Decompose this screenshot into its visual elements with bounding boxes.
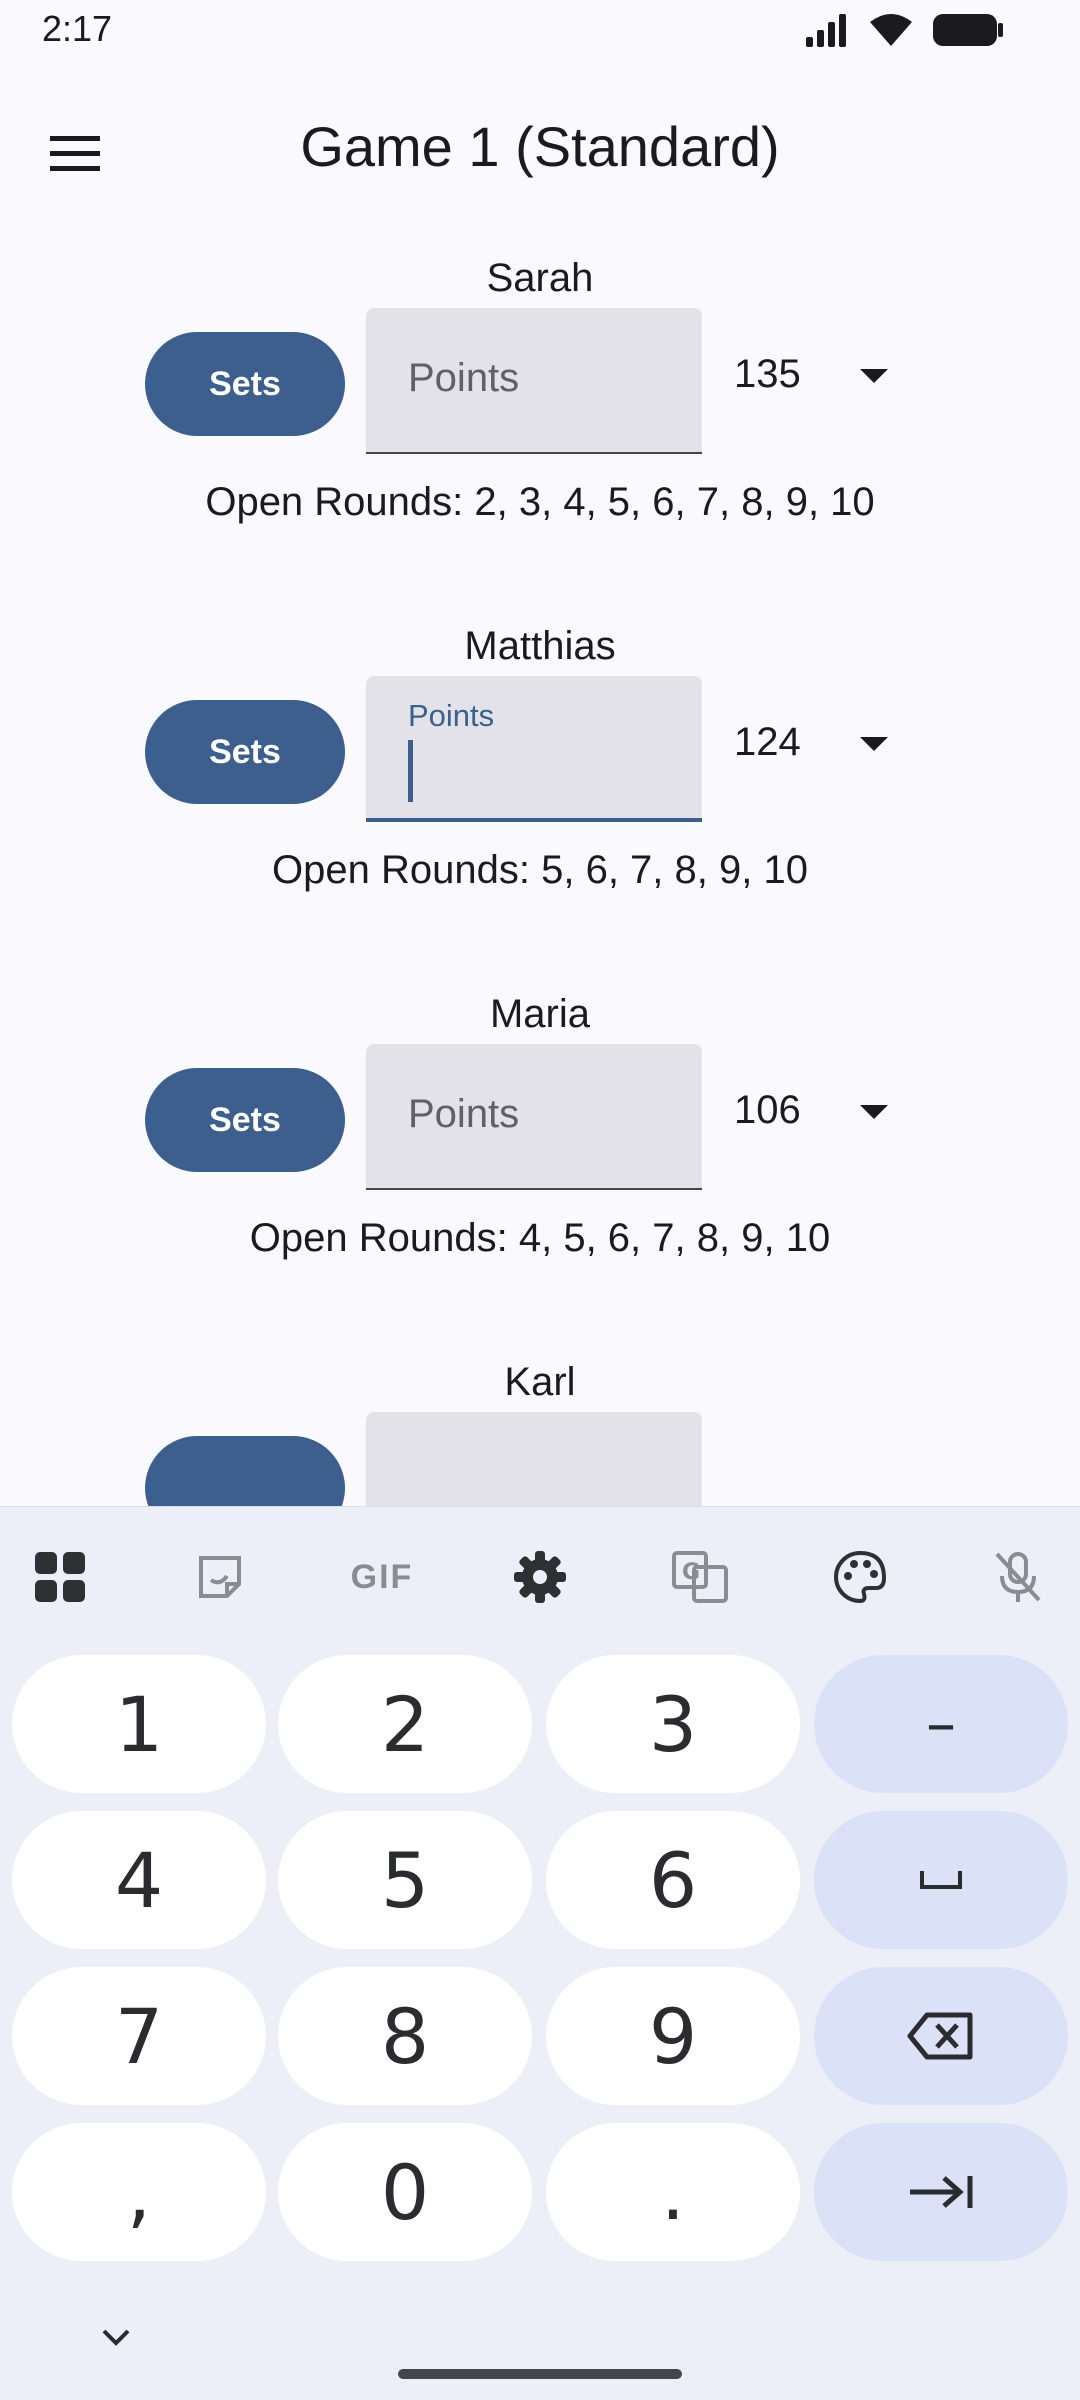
key-period[interactable]: . (546, 2123, 800, 2261)
key-4[interactable]: 4 (12, 1811, 266, 1949)
player-score: 135 (734, 352, 801, 396)
open-rounds-text: Open Rounds: 5, 6, 7, 8, 9, 10 (272, 848, 808, 892)
palette-icon (834, 1550, 887, 1604)
signal-icon (806, 14, 846, 47)
key-7[interactable]: 7 (12, 1967, 266, 2105)
key-6[interactable]: 6 (546, 1811, 800, 1949)
open-rounds-text: Open Rounds: 4, 5, 6, 7, 8, 9, 10 (249, 1216, 831, 1260)
settings-gear-icon (514, 1551, 566, 1603)
wifi-icon (870, 14, 912, 46)
apps-grid-button[interactable] (28, 1545, 92, 1609)
key-9[interactable]: 9 (546, 1967, 800, 2105)
key-1[interactable]: 1 (12, 1655, 266, 1793)
points-input[interactable]: Points (366, 1044, 702, 1190)
gif-button[interactable]: GIF (346, 1545, 418, 1609)
status-bar: 2:17 (0, 0, 1080, 64)
collapse-keyboard-icon[interactable] (96, 2317, 136, 2357)
sets-button[interactable]: Sets (145, 1068, 345, 1172)
points-input-focused[interactable]: Points (366, 676, 702, 822)
mic-off-icon (995, 1552, 1041, 1602)
player-name: Matthias (464, 624, 616, 668)
tab-next-icon (910, 2176, 973, 2208)
score-dropdown[interactable] (854, 356, 894, 396)
apps-grid-icon (35, 1552, 85, 1602)
points-placeholder: Points (408, 356, 520, 400)
key-3[interactable]: 3 (546, 1655, 800, 1793)
player-name: Sarah (486, 256, 594, 300)
svg-text:G: G (682, 1560, 700, 1585)
dropdown-arrow-icon (860, 1105, 888, 1119)
key-next-field[interactable] (814, 2123, 1068, 2261)
space-bar-icon (920, 1871, 962, 1889)
points-input[interactable]: Points (366, 308, 702, 454)
player-score: 124 (734, 720, 801, 764)
key-minus[interactable]: – (814, 1655, 1068, 1793)
key-8[interactable]: 8 (278, 1967, 532, 2105)
voice-input-button[interactable] (986, 1545, 1050, 1609)
points-floating-label: Points (408, 698, 495, 733)
sticker-button[interactable] (188, 1545, 252, 1609)
page-title: Game 1 (Standard) (300, 115, 780, 178)
key-space[interactable] (814, 1811, 1068, 1949)
theme-button[interactable] (828, 1545, 892, 1609)
sticker-icon (199, 1556, 241, 1598)
sets-button[interactable]: Sets (145, 700, 345, 804)
text-cursor (408, 740, 413, 802)
app-bar: Game 1 (Standard) (0, 80, 1080, 216)
key-backspace[interactable] (814, 1967, 1068, 2105)
numeric-keyboard: GIF G 1 2 3 – 4 5 6 7 8 9 , 0 . (0, 1506, 1080, 2400)
gif-icon: GIF (350, 1557, 414, 1596)
status-time: 2:17 (42, 8, 113, 49)
score-dropdown[interactable] (854, 1092, 894, 1132)
key-2[interactable]: 2 (278, 1655, 532, 1793)
dropdown-arrow-icon (860, 737, 888, 751)
key-5[interactable]: 5 (278, 1811, 532, 1949)
battery-icon (933, 14, 1003, 46)
points-placeholder: Points (408, 1092, 520, 1136)
player-score: 106 (734, 1088, 801, 1132)
settings-button[interactable] (508, 1545, 572, 1609)
dropdown-arrow-icon (860, 369, 888, 383)
status-icons (804, 12, 1004, 48)
translate-button[interactable]: G (668, 1545, 732, 1609)
key-0[interactable]: 0 (278, 2123, 532, 2261)
player-name: Maria (489, 992, 591, 1036)
player-card-maria: Maria Sets Points 106 Open Rounds: 4, 5,… (0, 992, 1080, 1292)
key-comma[interactable]: , (12, 2123, 266, 2261)
player-card-sarah: Sarah Sets Points 135 Open Rounds: 2, 3,… (0, 256, 1080, 556)
translate-icon: G (672, 1551, 728, 1603)
open-rounds-text: Open Rounds: 2, 3, 4, 5, 6, 7, 8, 9, 10 (205, 480, 875, 524)
keyboard-toolbar: GIF G (0, 1507, 1080, 1647)
player-card-matthias: Matthias Sets Points 124 Open Rounds: 5,… (0, 624, 1080, 924)
gesture-navigation-bar[interactable] (398, 2369, 682, 2379)
player-name: Karl (504, 1360, 576, 1404)
score-dropdown[interactable] (854, 724, 894, 764)
backspace-icon (907, 2012, 973, 2060)
sets-button[interactable]: Sets (145, 332, 345, 436)
